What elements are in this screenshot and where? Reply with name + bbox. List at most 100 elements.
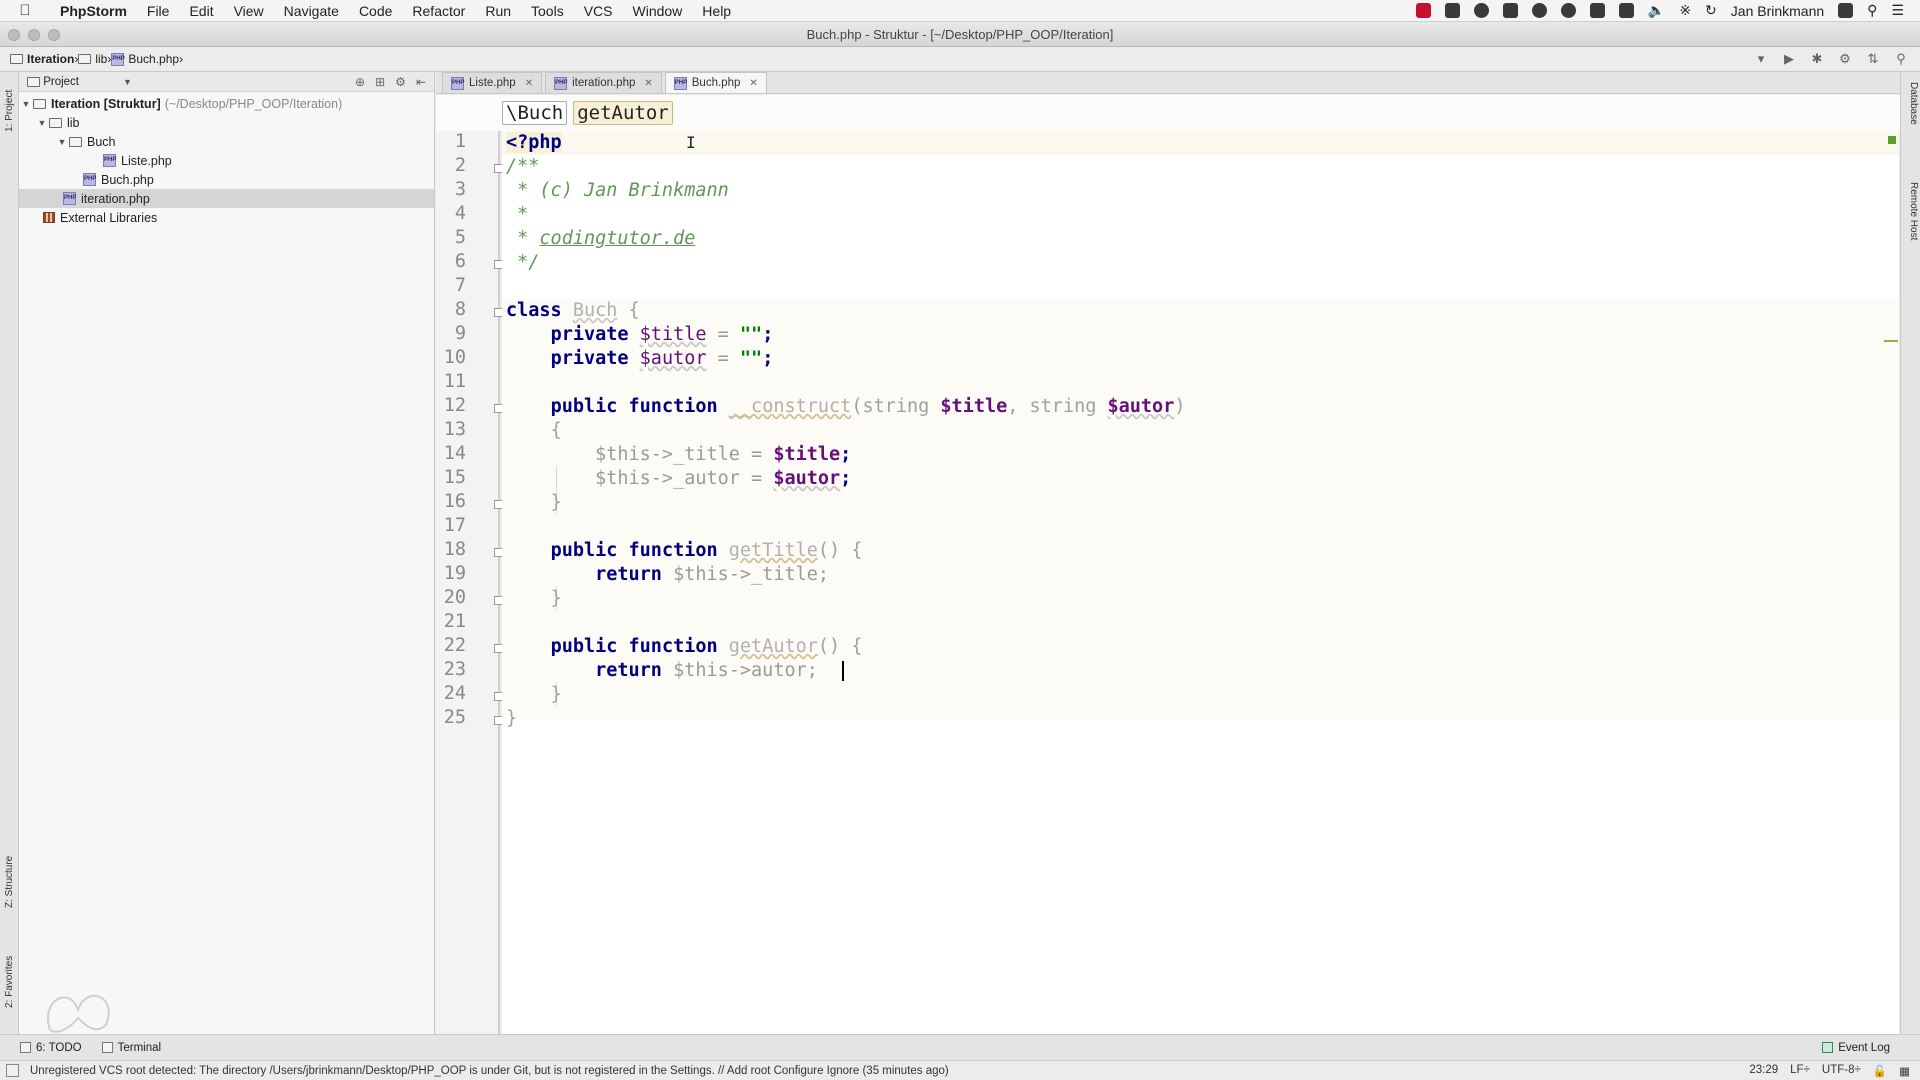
tab-buch-php[interactable]: PHP Buch.php ✕ [664, 72, 767, 93]
code-line-16: } [550, 492, 562, 513]
line-number: 10 [443, 347, 466, 368]
line-number: 12 [443, 395, 466, 416]
dropbox-icon[interactable] [1589, 3, 1605, 18]
nav-crumb-lib[interactable]: lib [78, 52, 107, 66]
event-log-button[interactable]: Event Log [1822, 1042, 1890, 1054]
sync-icon[interactable] [1560, 3, 1576, 18]
tree-item-buch-folder[interactable]: ▼ Buch [19, 132, 434, 151]
minimize-window-button[interactable] [28, 29, 40, 41]
menu-help[interactable]: Help [692, 3, 741, 19]
terminal-tool-button[interactable]: Terminal [101, 1042, 161, 1054]
menu-navigate[interactable]: Navigate [274, 3, 349, 19]
sync-icon[interactable]: ⊕ [355, 75, 365, 89]
record-icon[interactable] [1415, 3, 1431, 18]
code-line-10: private $autor = ""; [550, 348, 774, 369]
butterfly-logo-icon [47, 994, 110, 1033]
folder-icon [49, 117, 62, 128]
menu-window[interactable]: Window [623, 3, 693, 19]
tab-project-tool[interactable]: 1: Project [1, 80, 18, 142]
project-panel: Project ▼ ⊕ ⊞ ⚙ ⇤ ▼ Iteration [Struktur]… [19, 72, 435, 1034]
tab-database-tool[interactable]: Database [1903, 82, 1919, 162]
right-tool-strip: Database Remote Host [1900, 72, 1920, 1034]
app-tray-icon[interactable] [1444, 3, 1460, 18]
breadcrumb-method[interactable]: getAutor [573, 101, 673, 125]
zoom-window-button[interactable] [48, 29, 60, 41]
debug-icon[interactable]: ✱ [1810, 52, 1824, 66]
terminal-icon [101, 1042, 113, 1053]
system-menu-bar:  PhpStorm File Edit View Navigate Code … [0, 0, 1920, 22]
editor-gutter[interactable]: 1 2 3 4 5 6 7 8 9 10 11 12 13 14 15 16 1… [436, 131, 503, 1034]
tree-item-buch-php[interactable]: PHP Buch.php [19, 170, 434, 189]
run-icon[interactable]: ▶ [1782, 52, 1796, 66]
time-machine-icon[interactable]: ↻ [1705, 2, 1717, 19]
bluetooth-icon[interactable]: ※ [1679, 2, 1691, 19]
code-line-24: } [550, 684, 562, 705]
tab-structure-tool[interactable]: Z: Structure [1, 842, 18, 922]
apple-icon[interactable]:  [0, 2, 50, 19]
vcs-update-icon[interactable]: ⇅ [1866, 52, 1880, 66]
tab-favorites-tool[interactable]: 2: Favorites [1, 942, 18, 1022]
vcs-notification-message[interactable]: Unregistered VCS root detected: The dire… [30, 1065, 949, 1077]
tree-item-liste-php[interactable]: PHP Liste.php [19, 151, 434, 170]
tab-iteration-php[interactable]: PHP iteration.php ✕ [545, 72, 662, 93]
chevron-down-icon[interactable]: ▼ [55, 137, 69, 147]
spotlight-icon[interactable]: ⚲ [1867, 2, 1877, 19]
coverage-icon[interactable]: ⚙ [1838, 52, 1852, 66]
collapse-all-icon[interactable]: ⊞ [375, 75, 385, 89]
menu-edit[interactable]: Edit [179, 3, 223, 19]
network-icon[interactable] [1838, 3, 1854, 18]
gear-icon[interactable]: ⚙ [395, 75, 406, 89]
tree-item-external-libraries[interactable]: External Libraries [19, 208, 434, 227]
volume-icon[interactable]: 🔈 [1648, 2, 1665, 19]
close-window-button[interactable] [8, 29, 20, 41]
doc-link[interactable]: codingtutor.de [539, 228, 695, 249]
tree-item-lib[interactable]: ▼ lib [19, 113, 434, 132]
chevron-down-icon[interactable]: ▼ [35, 118, 49, 128]
chevron-down-icon[interactable]: ▼ [19, 99, 33, 109]
line-separator[interactable]: LF÷ [1790, 1064, 1810, 1078]
todo-tool-button[interactable]: 6: TODO [20, 1042, 82, 1054]
line-number: 25 [443, 707, 466, 728]
hide-panel-icon[interactable]: ⇤ [416, 75, 426, 89]
menu-refactor[interactable]: Refactor [402, 3, 475, 19]
code-line-2: /** [506, 156, 540, 177]
tab-remote-host-tool[interactable]: Remote Host [1903, 182, 1919, 292]
library-icon [43, 212, 55, 223]
menu-view[interactable]: View [224, 3, 274, 19]
nav-crumb-buch[interactable]: PHP Buch.php [111, 52, 179, 66]
memory-indicator-icon[interactable]: ▦ [1899, 1064, 1910, 1078]
menu-tools[interactable]: Tools [521, 3, 574, 19]
close-icon[interactable]: ✕ [749, 78, 757, 89]
notification-center-icon[interactable]: ☰ [1891, 2, 1904, 19]
tab-liste-php[interactable]: PHP Liste.php ✕ [442, 72, 543, 93]
run-config-dropdown-icon[interactable]: ▾ [1754, 52, 1768, 66]
menu-app[interactable]: PhpStorm [50, 3, 137, 19]
close-icon[interactable]: ✕ [525, 78, 533, 89]
chat-icon[interactable] [1531, 3, 1547, 18]
chevron-down-icon[interactable]: ▼ [123, 77, 132, 87]
breadcrumb-class[interactable]: \Buch [502, 101, 568, 125]
code-line-20: } [550, 588, 562, 609]
nav-crumb-iteration[interactable]: Iteration [10, 52, 74, 66]
close-icon[interactable]: ✕ [644, 78, 652, 89]
inspection-ok-icon[interactable] [1888, 136, 1896, 144]
evernote-icon[interactable] [1502, 3, 1518, 18]
tool-windows-toggle-icon[interactable] [6, 1064, 19, 1077]
tree-item-iteration-php[interactable]: PHP iteration.php [19, 189, 434, 208]
tree-item-iteration[interactable]: ▼ Iteration [Struktur] (~/Desktop/PHP_OO… [19, 94, 434, 113]
menu-file[interactable]: File [137, 3, 180, 19]
menu-vcs[interactable]: VCS [574, 3, 623, 19]
file-encoding[interactable]: UTF-8÷ [1822, 1064, 1861, 1078]
project-view-selector[interactable]: Project [43, 76, 79, 88]
info-icon[interactable] [1473, 3, 1489, 18]
menu-run[interactable]: Run [475, 3, 521, 19]
user-name[interactable]: Jan Brinkmann [1731, 3, 1824, 19]
line-number: 11 [443, 371, 466, 392]
plugin-icon[interactable] [1618, 3, 1634, 18]
lock-icon[interactable]: 🔓 [1873, 1064, 1887, 1078]
code-editor[interactable]: <?php /** * (c) Jan Brinkmann * * coding… [502, 131, 1899, 1034]
caret-position[interactable]: 23:29 [1749, 1064, 1778, 1078]
menu-code[interactable]: Code [349, 3, 402, 19]
search-everywhere-icon[interactable]: ⚲ [1894, 52, 1908, 66]
error-stripe-marker[interactable] [1884, 340, 1898, 342]
